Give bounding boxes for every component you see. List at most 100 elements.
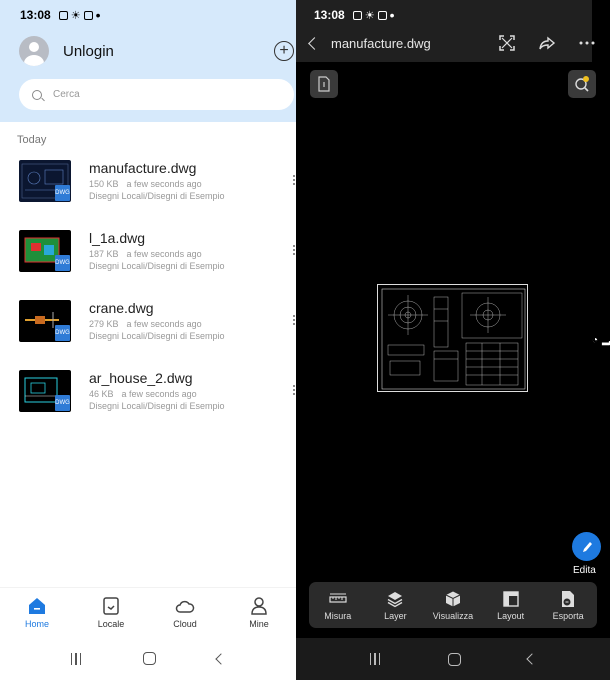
username[interactable]: Unlogin [63, 43, 114, 60]
nav-label: Mine [249, 619, 269, 629]
status-time: 13:08 [314, 8, 345, 22]
file-modified: a few seconds ago [126, 319, 202, 329]
tool-label: Visualizza [432, 610, 474, 621]
nav-label: Home [24, 619, 49, 629]
screenshot-notification-icon [352, 10, 362, 20]
tool-label: Layer [384, 610, 407, 621]
notification-icons: ☀ • [58, 8, 100, 22]
file-modified: a few seconds ago [121, 389, 197, 399]
home-button-icon[interactable] [142, 652, 156, 665]
cad-drawing-canvas[interactable] [377, 284, 528, 392]
fullscreen-icon[interactable] [498, 34, 516, 52]
brightness-icon: ☀ [364, 9, 375, 22]
tool-layer[interactable]: Layer [369, 590, 421, 621]
nav-label: Cloud [173, 619, 197, 629]
edit-label: Edita [573, 565, 596, 576]
document-icon [318, 76, 330, 92]
viewer-header: 13:08 ☀ • ◔ ▂▃ 72 manufacture.dwg [296, 0, 610, 680]
file-name: l_1a.dwg [89, 230, 146, 246]
system-nav-bar [0, 637, 296, 680]
nav-item-locale[interactable]: Locale [81, 596, 141, 629]
tool-label: Misura [324, 610, 352, 621]
cube-icon [445, 591, 461, 606]
cloud-icon [175, 600, 195, 613]
markup-search-button[interactable] [568, 70, 596, 98]
back-icon[interactable] [215, 652, 227, 665]
more-notifications-icon: • [389, 7, 395, 23]
home-screen: 13:08 ☀ • ◔ ▂▃ 72 Unlogin + Today [0, 0, 296, 680]
dwg-badge: DWG [55, 255, 70, 271]
tool-label: Esporta [552, 610, 584, 621]
share-icon[interactable] [538, 34, 556, 52]
person-icon [251, 597, 267, 615]
file-path: Disegni Locali/Disegni di Esempio [89, 331, 225, 341]
nav-item-home[interactable]: Home [7, 596, 67, 629]
file-row[interactable]: DWG l_1a.dwg 187 KB a few seconds ago Dis… [19, 230, 296, 274]
recent-apps-icon[interactable] [369, 653, 381, 665]
file-modified: a few seconds ago [126, 179, 202, 189]
file-path: Disegni Locali/Disegni di Esempio [89, 401, 225, 411]
checkbox-notification-icon [83, 10, 93, 20]
back-icon[interactable] [308, 36, 321, 50]
file-row[interactable]: DWG crane.dwg 279 KB a few seconds ago Di… [19, 300, 296, 344]
search-highlight-icon [575, 76, 589, 92]
signal-icon: ▂▃ [602, 334, 610, 345]
cad-drawing-icon [381, 288, 526, 390]
file-name: ar_house_2.dwg [89, 370, 193, 386]
layers-icon [388, 591, 403, 607]
home-button-icon[interactable] [447, 652, 461, 666]
add-button[interactable]: + [274, 41, 294, 61]
file-thumbnail: DWG [19, 230, 71, 272]
file-size: 150 KB [89, 179, 119, 189]
nav-item-cloud[interactable]: Cloud [155, 596, 215, 629]
file-size: 187 KB [89, 249, 119, 259]
file-modified: a few seconds ago [126, 249, 202, 259]
file-size: 46 KB [89, 389, 114, 399]
home-icon [29, 598, 45, 614]
section-title: Today [17, 134, 47, 146]
tool-esporta[interactable]: Esporta [542, 590, 594, 621]
user-row: Unlogin + [19, 36, 294, 66]
tool-visualizza[interactable]: Visualizza [427, 590, 479, 621]
tool-misura[interactable]: Misura [312, 590, 364, 621]
tool-label: Layout [497, 610, 525, 621]
status-time: 13:08 [20, 8, 51, 22]
status-bar: 13:08 ☀ • ◔ ▂▃ 72 [296, 0, 610, 680]
recent-apps-icon[interactable] [70, 652, 82, 665]
search-input[interactable] [53, 89, 253, 100]
layout-icon [502, 590, 519, 607]
viewer-toolbar-top: manufacture.dwg [296, 30, 610, 56]
edit-button[interactable] [572, 532, 601, 561]
file-row[interactable]: DWG manufacture.dwg 150 KB a few seconds … [19, 160, 296, 204]
file-thumbnail: DWG [19, 370, 71, 412]
file-row[interactable]: DWG ar_house_2.dwg 46 KB a few seconds ag… [19, 370, 296, 414]
dwg-badge: DWG [55, 185, 70, 201]
file-name: crane.dwg [89, 300, 154, 316]
more-horizontal-icon[interactable] [578, 34, 596, 52]
system-nav-bar [296, 638, 610, 680]
file-path: Disegni Locali/Disegni di Esempio [89, 191, 225, 201]
file-thumbnail: DWG [19, 160, 71, 202]
avatar[interactable] [19, 36, 49, 66]
file-size: 279 KB [89, 319, 119, 329]
bottom-nav: Home Locale Cloud Mine [0, 587, 296, 637]
file-info-button[interactable] [310, 70, 338, 98]
viewer-screen: 13:08 ☀ • ◔ ▂▃ 72 manufacture.dwg [296, 0, 610, 680]
viewer-bottom-toolbar: Misura Layer Visualizza Layout Esporta [309, 582, 597, 628]
wifi-icon: ◔ [592, 334, 599, 346]
tool-layout[interactable]: Layout [485, 590, 537, 621]
file-path: Disegni Locali/Disegni di Esempio [89, 261, 225, 271]
ruler-icon [329, 593, 347, 603]
nav-item-mine[interactable]: Mine [229, 596, 289, 629]
local-file-icon [103, 597, 119, 615]
file-name: manufacture.dwg [89, 160, 197, 176]
export-icon [562, 590, 575, 607]
viewer-title: manufacture.dwg [331, 35, 431, 51]
plus-icon: + [279, 42, 289, 59]
recent-files-panel: Today DWG manufacture.dwg 150 KB a few se… [0, 122, 296, 587]
home-header: 13:08 ☀ • ◔ ▂▃ 72 Unlogin + [0, 0, 296, 122]
search-bar[interactable] [19, 79, 294, 110]
nav-label: Locale [97, 619, 125, 629]
checkbox-notification-icon [377, 10, 387, 20]
back-icon[interactable] [526, 653, 538, 665]
